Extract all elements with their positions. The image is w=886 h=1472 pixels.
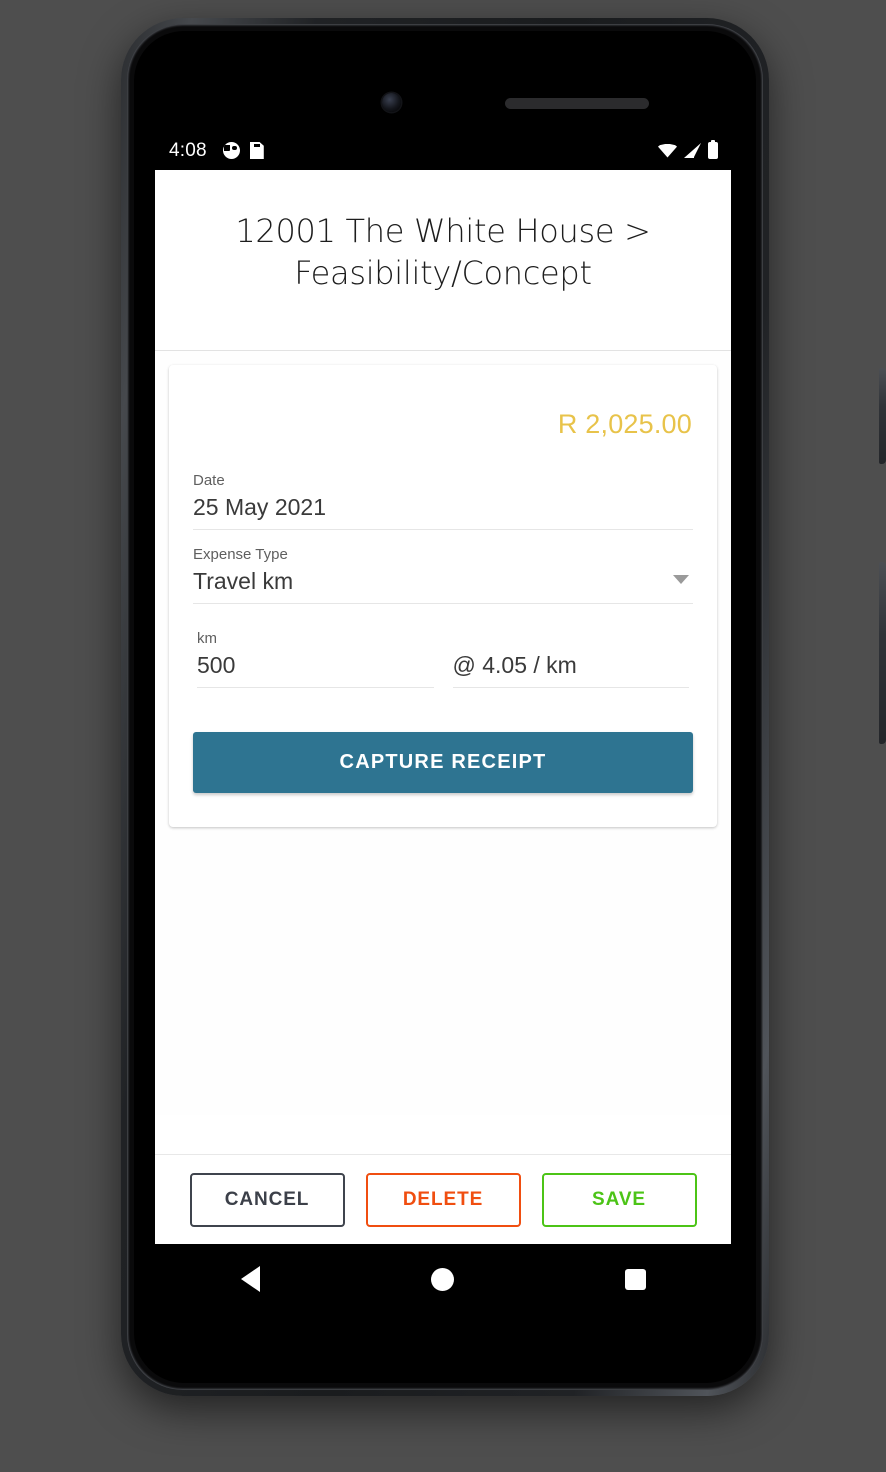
km-rate-row: km 500 @ 4.05 / km xyxy=(193,620,693,688)
back-triangle-icon[interactable] xyxy=(240,1266,260,1292)
front-camera-icon xyxy=(382,93,401,112)
status-bar-clock: 4:08 xyxy=(169,139,207,161)
total-amount: R 2,025.00 xyxy=(557,409,692,439)
dnd-icon xyxy=(222,142,240,159)
chevron-down-icon[interactable] xyxy=(673,575,689,584)
app-screen: 4:08 12001 The White House > Feasibility… xyxy=(155,131,731,1244)
cancel-button[interactable]: CANCEL xyxy=(189,1172,345,1227)
app-header: 12001 The White House > Feasibility/Conc… xyxy=(155,170,731,351)
page-title: 12001 The White House > Feasibility/Conc… xyxy=(235,212,651,293)
sd-card-icon xyxy=(249,142,264,159)
power-button[interactable] xyxy=(879,368,886,464)
expense-card: R 2,025.00 Date 25 May 2021 Expense Type… xyxy=(169,365,717,827)
date-field-value: 25 May 2021 xyxy=(193,494,326,520)
amount-row: R 2,025.00 xyxy=(193,383,693,460)
cell-signal-icon xyxy=(684,143,701,158)
volume-rocker[interactable] xyxy=(879,562,886,744)
km-field-label: km xyxy=(197,630,217,647)
android-nav-bar xyxy=(155,1244,731,1314)
wifi-icon xyxy=(658,143,677,158)
rate-field[interactable]: @ 4.05 / km xyxy=(452,624,689,688)
km-field-value: 500 xyxy=(197,652,236,678)
recents-square-icon[interactable] xyxy=(624,1268,646,1290)
capture-receipt-button[interactable]: CAPTURE RECEIPT xyxy=(193,732,693,793)
date-field[interactable]: Date 25 May 2021 xyxy=(193,460,693,530)
app-body: R 2,025.00 Date 25 May 2021 Expense Type… xyxy=(155,351,731,1115)
status-bar-right-icons xyxy=(658,139,718,159)
delete-button[interactable]: DELETE xyxy=(365,1172,521,1227)
rate-field-value: @ 4.05 / km xyxy=(452,652,577,678)
earpiece-speaker xyxy=(505,98,649,109)
screenshot-stage: 4:08 12001 The White House > Feasibility… xyxy=(0,0,886,1472)
home-circle-icon[interactable] xyxy=(430,1267,454,1291)
expense-type-field[interactable]: Expense Type Travel km xyxy=(193,534,693,604)
battery-icon xyxy=(708,139,718,159)
expense-type-label: Expense Type xyxy=(193,546,288,563)
status-bar: 4:08 xyxy=(155,131,731,170)
km-field[interactable]: km 500 xyxy=(197,620,434,688)
date-field-label: Date xyxy=(193,472,225,489)
action-bar: CANCEL DELETE SAVE xyxy=(155,1154,731,1244)
status-bar-left-icons xyxy=(222,142,264,159)
save-button[interactable]: SAVE xyxy=(541,1172,697,1227)
expense-type-value: Travel km xyxy=(193,568,294,594)
